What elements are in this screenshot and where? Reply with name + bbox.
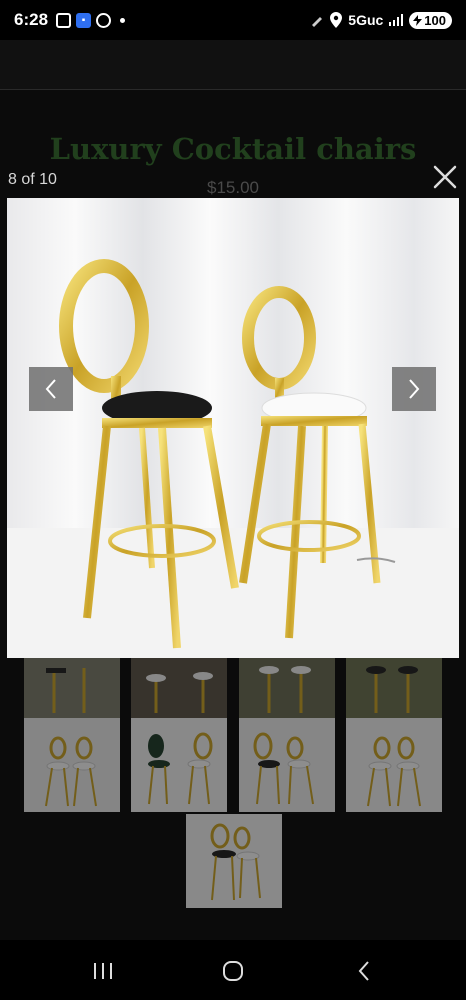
- status-time: 6:28: [14, 10, 49, 29]
- thumbnail-8[interactable]: [346, 718, 442, 812]
- next-image-button[interactable]: [392, 367, 436, 411]
- close-icon: [433, 165, 457, 189]
- location-icon: [330, 12, 343, 28]
- previous-image-button[interactable]: [29, 367, 73, 411]
- product-title: Luxury Cocktail chairs: [49, 132, 417, 166]
- home-button[interactable]: [218, 958, 248, 984]
- thumbnail-5[interactable]: [24, 718, 120, 812]
- thumbnail-1[interactable]: [24, 658, 120, 718]
- chevron-right-icon: [409, 379, 420, 399]
- thumbnail-3[interactable]: [239, 658, 335, 718]
- system-navigation-bar: [0, 942, 466, 1000]
- recent-apps-icon: [94, 963, 112, 979]
- recent-apps-button[interactable]: [88, 958, 118, 984]
- signal-icon: [389, 14, 404, 26]
- back-icon: [358, 961, 369, 981]
- status-icons-left: ▪: [56, 12, 126, 28]
- status-bar: 6:28 ▪ 5Guc 100: [0, 0, 466, 40]
- home-icon: [223, 961, 243, 981]
- notification-dot: [120, 17, 126, 23]
- whatsapp-icon: [96, 12, 112, 28]
- battery-icon: 100: [409, 11, 452, 29]
- thumbnail-2[interactable]: [131, 658, 227, 718]
- chevron-left-icon: [45, 379, 56, 399]
- product-price: $15.00: [207, 178, 259, 197]
- page-header: [0, 40, 466, 90]
- battery-level: 100: [424, 12, 446, 28]
- status-icons-right: 5Guc 100: [310, 11, 452, 29]
- thumbnail-6[interactable]: [131, 718, 227, 812]
- main-product-image: [7, 198, 459, 658]
- thumbnail-7[interactable]: [239, 718, 335, 812]
- thumbnail-4[interactable]: [346, 658, 442, 718]
- app-icon: ▪: [76, 12, 92, 28]
- message-icon: [56, 12, 72, 28]
- network-label: 5Guc: [348, 12, 384, 28]
- edit-icon: [312, 17, 323, 27]
- back-button[interactable]: [349, 958, 379, 984]
- close-button[interactable]: [430, 162, 460, 192]
- image-counter: 8 of 10: [8, 171, 57, 188]
- thumbnail-9[interactable]: [186, 814, 282, 908]
